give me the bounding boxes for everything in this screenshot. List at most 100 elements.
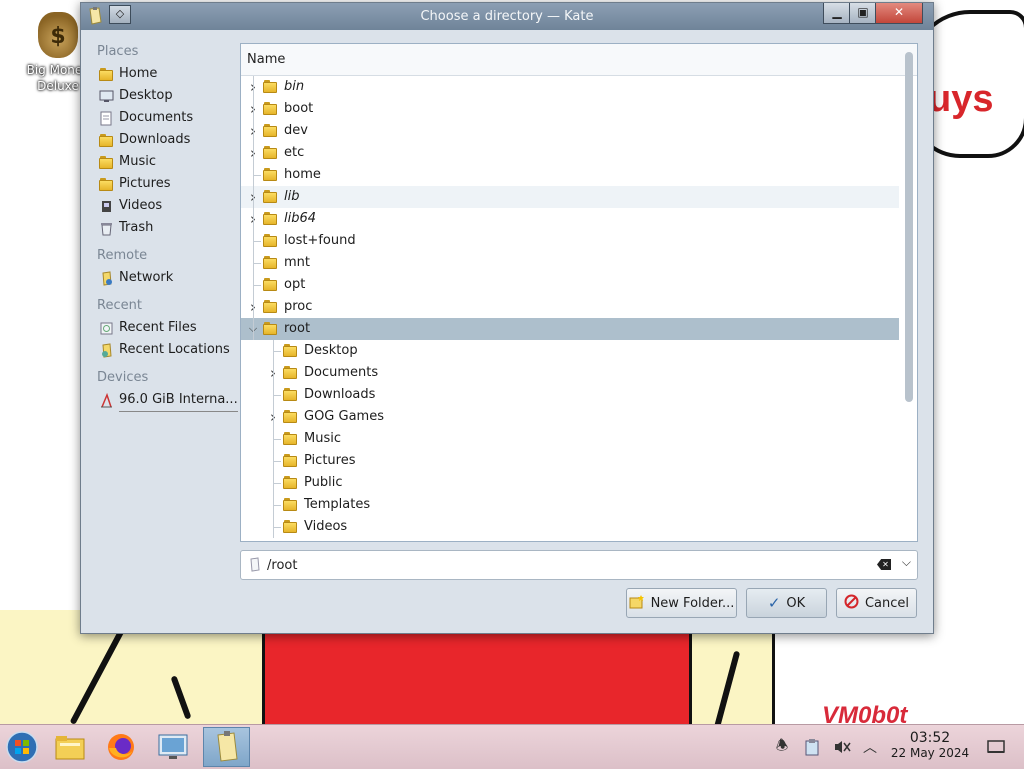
- places-item-label: Recent Locations: [119, 342, 230, 357]
- tree-branch-line: [273, 439, 281, 440]
- places-item-label: Home: [119, 66, 158, 81]
- tree-row-label: lib: [284, 189, 300, 204]
- money-bag-icon: $: [38, 12, 78, 58]
- tree-row[interactable]: Pictures: [241, 450, 899, 472]
- tree-row[interactable]: ›Documents: [241, 362, 899, 384]
- places-item-home[interactable]: Home: [89, 63, 234, 85]
- directory-tree-view[interactable]: Name ›bin›boot›dev›etc home ›lib›lib64 lost…: [240, 43, 918, 542]
- path-combobox[interactable]: ✕ ⌵: [240, 550, 918, 580]
- places-item-trash[interactable]: Trash: [89, 217, 234, 239]
- tree-row[interactable]: ›dev: [241, 120, 899, 142]
- places-item-label: 96.0 GiB Interna...: [119, 389, 238, 412]
- clear-text-icon[interactable]: ✕: [877, 559, 891, 570]
- tree-row[interactable]: mnt: [241, 252, 899, 274]
- tree-row[interactable]: home: [241, 164, 899, 186]
- places-item-videos[interactable]: Videos: [89, 195, 234, 217]
- taskbar: 🕭 ︿ 03:52 22 May 2024: [0, 724, 1024, 769]
- maximize-button[interactable]: ▣: [849, 3, 877, 24]
- tree-row[interactable]: Videos: [241, 516, 899, 538]
- tree-row[interactable]: ›lib: [241, 186, 899, 208]
- places-item-recent-files[interactable]: Recent Files: [89, 317, 234, 339]
- tree-row-label: dev: [284, 123, 308, 138]
- scrollbar-thumb[interactable]: [905, 52, 913, 402]
- tree-row[interactable]: ›GOG Games: [241, 406, 899, 428]
- documents-folder-icon: [99, 111, 114, 126]
- tree-row-label: Public: [304, 475, 343, 490]
- tree-branch-line: [273, 483, 281, 484]
- places-item-downloads[interactable]: Downloads: [89, 129, 234, 151]
- column-header-name[interactable]: Name: [241, 44, 917, 76]
- tree-row[interactable]: ›etc: [241, 142, 899, 164]
- folder-icon: [283, 520, 298, 533]
- tree-row-label: opt: [284, 277, 306, 292]
- wallpaper-signature: VM0b0t: [822, 702, 908, 724]
- places-item-documents[interactable]: Documents: [89, 107, 234, 129]
- home-folder-icon: [99, 67, 114, 81]
- tree-row[interactable]: ›bin: [241, 76, 899, 98]
- places-item-network[interactable]: Network: [89, 267, 234, 289]
- window-titlebar[interactable]: ◇ Choose a directory — Kate ▁ ▣ ✕: [81, 3, 933, 30]
- tree-row[interactable]: Desktop: [241, 340, 899, 362]
- places-item-internal-drive[interactable]: 96.0 GiB Interna...: [89, 389, 238, 412]
- tree-row-label: boot: [284, 101, 314, 116]
- firefox-icon[interactable]: [101, 727, 141, 767]
- places-item-music[interactable]: Music: [89, 151, 234, 173]
- system-settings-icon[interactable]: [153, 727, 193, 767]
- tree-branch-line: [273, 395, 281, 396]
- folder-icon: [263, 278, 278, 291]
- tree-row-label: proc: [284, 299, 313, 314]
- show-desktop-icon[interactable]: [986, 737, 1006, 757]
- places-panel: Places Home Desktop Documents Downloads …: [89, 41, 238, 412]
- tree-row-label: Desktop: [304, 343, 358, 358]
- cancel-button[interactable]: Cancel: [836, 588, 917, 618]
- folder-path-icon: [249, 557, 261, 576]
- tree-row[interactable]: Templates: [241, 494, 899, 516]
- places-item-desktop[interactable]: Desktop: [89, 85, 234, 107]
- vertical-scrollbar[interactable]: [901, 46, 917, 539]
- tree-row[interactable]: ⌵root: [241, 318, 899, 340]
- system-clock[interactable]: 03:52 22 May 2024: [884, 731, 976, 761]
- folder-icon: [263, 124, 278, 137]
- tree-row-label: Pictures: [304, 453, 356, 468]
- tree-row[interactable]: Music: [241, 428, 899, 450]
- tree-row-label: mnt: [284, 255, 310, 270]
- kate-icon[interactable]: [203, 727, 250, 767]
- folder-icon: [283, 388, 298, 401]
- start-menu-icon[interactable]: [2, 727, 42, 767]
- tree-row[interactable]: ›boot: [241, 98, 899, 120]
- recent-locations-icon: [99, 342, 114, 358]
- folder-icon: [263, 234, 278, 247]
- tree-row[interactable]: lost+found: [241, 230, 899, 252]
- tree-row[interactable]: opt: [241, 274, 899, 296]
- places-item-recent-locations[interactable]: Recent Locations: [89, 339, 234, 361]
- notifications-bell-icon[interactable]: 🕭: [772, 737, 792, 757]
- videos-folder-icon: [99, 199, 114, 214]
- clipboard-icon[interactable]: [802, 737, 822, 757]
- tree-row[interactable]: ›lib64: [241, 208, 899, 230]
- tree-branch-line: [253, 263, 261, 264]
- close-button[interactable]: ✕: [875, 3, 923, 24]
- tree-branch-line: [273, 505, 281, 506]
- chevron-down-icon[interactable]: ⌵: [902, 555, 911, 570]
- places-item-label: Documents: [119, 110, 194, 125]
- places-section-header: Devices: [97, 370, 149, 385]
- tree-row[interactable]: ›proc: [241, 296, 899, 318]
- tree-row-label: etc: [284, 145, 305, 160]
- folder-icon: [263, 212, 278, 225]
- file-manager-icon[interactable]: [50, 727, 90, 767]
- minimize-button[interactable]: ▁: [823, 3, 851, 24]
- tree-row[interactable]: Downloads: [241, 384, 899, 406]
- places-item-pictures[interactable]: Pictures: [89, 173, 234, 195]
- folder-icon: [283, 410, 298, 423]
- folder-icon: [283, 344, 298, 357]
- ok-button[interactable]: ✓ OK: [746, 588, 827, 618]
- path-input[interactable]: [265, 554, 859, 576]
- downloads-folder-icon: [99, 133, 114, 147]
- volume-muted-icon[interactable]: [832, 737, 852, 757]
- new-folder-button[interactable]: New Folder...: [626, 588, 737, 618]
- tree-row-label: lost+found: [284, 233, 356, 248]
- folder-icon: [263, 322, 278, 335]
- tree-row[interactable]: Public: [241, 472, 899, 494]
- chevron-up-icon[interactable]: ︿: [860, 737, 880, 757]
- tree-row-label: root: [284, 321, 311, 336]
